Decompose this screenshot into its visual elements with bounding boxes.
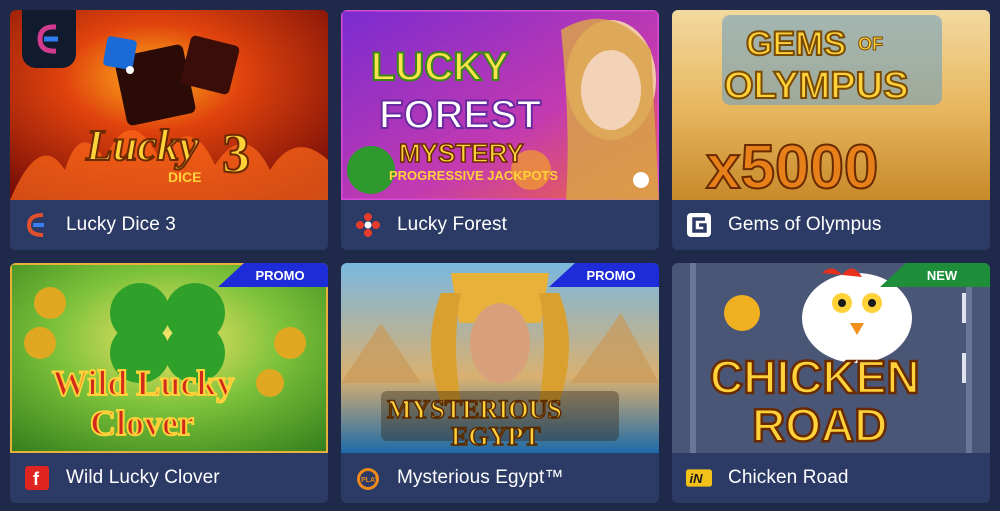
game-card-footer[interactable]: PLAY Mysterious Egypt™ (341, 453, 659, 503)
game-card-footer[interactable]: f Wild Lucky Clover (10, 453, 328, 503)
in-provider-icon: iN (686, 465, 712, 491)
endorphina-icon (24, 212, 50, 238)
endorphina-logo (22, 10, 76, 68)
game-title[interactable]: Wild Lucky Clover (66, 467, 220, 489)
art-subtitle: MYSTERY (399, 138, 524, 168)
game-card-mysterious-egypt[interactable]: MYSTERIOUS EGYPT PROMO PLAY Mysterious E… (341, 263, 659, 503)
game-title[interactable]: Chicken Road (728, 467, 849, 489)
art-subtitle: DICE (168, 169, 201, 185)
game-card-footer[interactable]: Lucky Dice 3 (10, 200, 328, 250)
svg-text:iN: iN (689, 471, 703, 486)
art-title-2: EGYPT (451, 422, 541, 451)
art-title-2: Clover (90, 403, 194, 443)
game-thumbnail[interactable]: LUCKY FOREST MYSTERY PROGRESSIVE JACKPOT… (341, 10, 659, 200)
f-provider-icon: f (24, 465, 50, 491)
game-title[interactable]: Gems of Olympus (728, 214, 882, 236)
game-title[interactable]: Lucky Dice 3 (66, 214, 176, 236)
art-title: MYSTERIOUS (387, 395, 562, 424)
game-card-lucky-dice-3[interactable]: Lucky 3 DICE Lucky Dice 3 (10, 10, 328, 250)
game-card-footer[interactable]: Lucky Forest (341, 200, 659, 250)
art-title: Lucky (85, 121, 199, 170)
art-title: GEMS (746, 25, 846, 63)
game-card-footer[interactable]: Gems of Olympus (672, 200, 990, 250)
art-title-2: OLYMPUS (724, 65, 908, 107)
game-card-wild-lucky-clover[interactable]: Wild Lucky Clover PROMO f Wild Lucky Clo… (10, 263, 328, 503)
game-title[interactable]: Mysterious Egypt™ (397, 467, 563, 489)
game-card-chicken-road[interactable]: CHICKEN ROAD NEW iN Chicken Road (672, 263, 990, 503)
art-subtitle-2: PROGRESSIVE JACKPOTS (389, 168, 558, 183)
art-title: CHICKEN (710, 351, 920, 403)
game-title[interactable]: Lucky Forest (397, 214, 507, 236)
dots-provider-icon (355, 212, 381, 238)
play-provider-icon: PLAY (355, 465, 381, 491)
game-card-gems-of-olympus[interactable]: GEMS OF OLYMPUS x5000 Gems of Olympus (672, 10, 990, 250)
game-card-lucky-forest[interactable]: LUCKY FOREST MYSTERY PROGRESSIVE JACKPOT… (341, 10, 659, 250)
game-thumbnail[interactable]: CHICKEN ROAD NEW (672, 263, 990, 453)
game-thumbnail[interactable]: Lucky 3 DICE (10, 10, 328, 200)
art-title: Wild Lucky (52, 363, 234, 403)
g-provider-icon (686, 212, 712, 238)
art-title-2: ROAD (752, 399, 887, 451)
art-title: LUCKY (371, 45, 509, 89)
art-title-of: OF (858, 34, 883, 54)
game-thumbnail[interactable]: MYSTERIOUS EGYPT PROMO (341, 263, 659, 453)
art-multiplier: x5000 (706, 133, 878, 200)
games-grid: Lucky 3 DICE Lucky Dice 3 LUCKY FOREST M… (10, 10, 990, 503)
game-thumbnail[interactable]: Wild Lucky Clover PROMO (10, 263, 328, 453)
svg-text:PLAY: PLAY (361, 477, 379, 484)
game-thumbnail[interactable]: GEMS OF OLYMPUS x5000 (672, 10, 990, 200)
art-number: 3 (222, 123, 250, 185)
art-title-2: FOREST (379, 93, 541, 137)
game-card-footer[interactable]: iN Chicken Road (672, 453, 990, 503)
svg-text:f: f (33, 469, 40, 489)
